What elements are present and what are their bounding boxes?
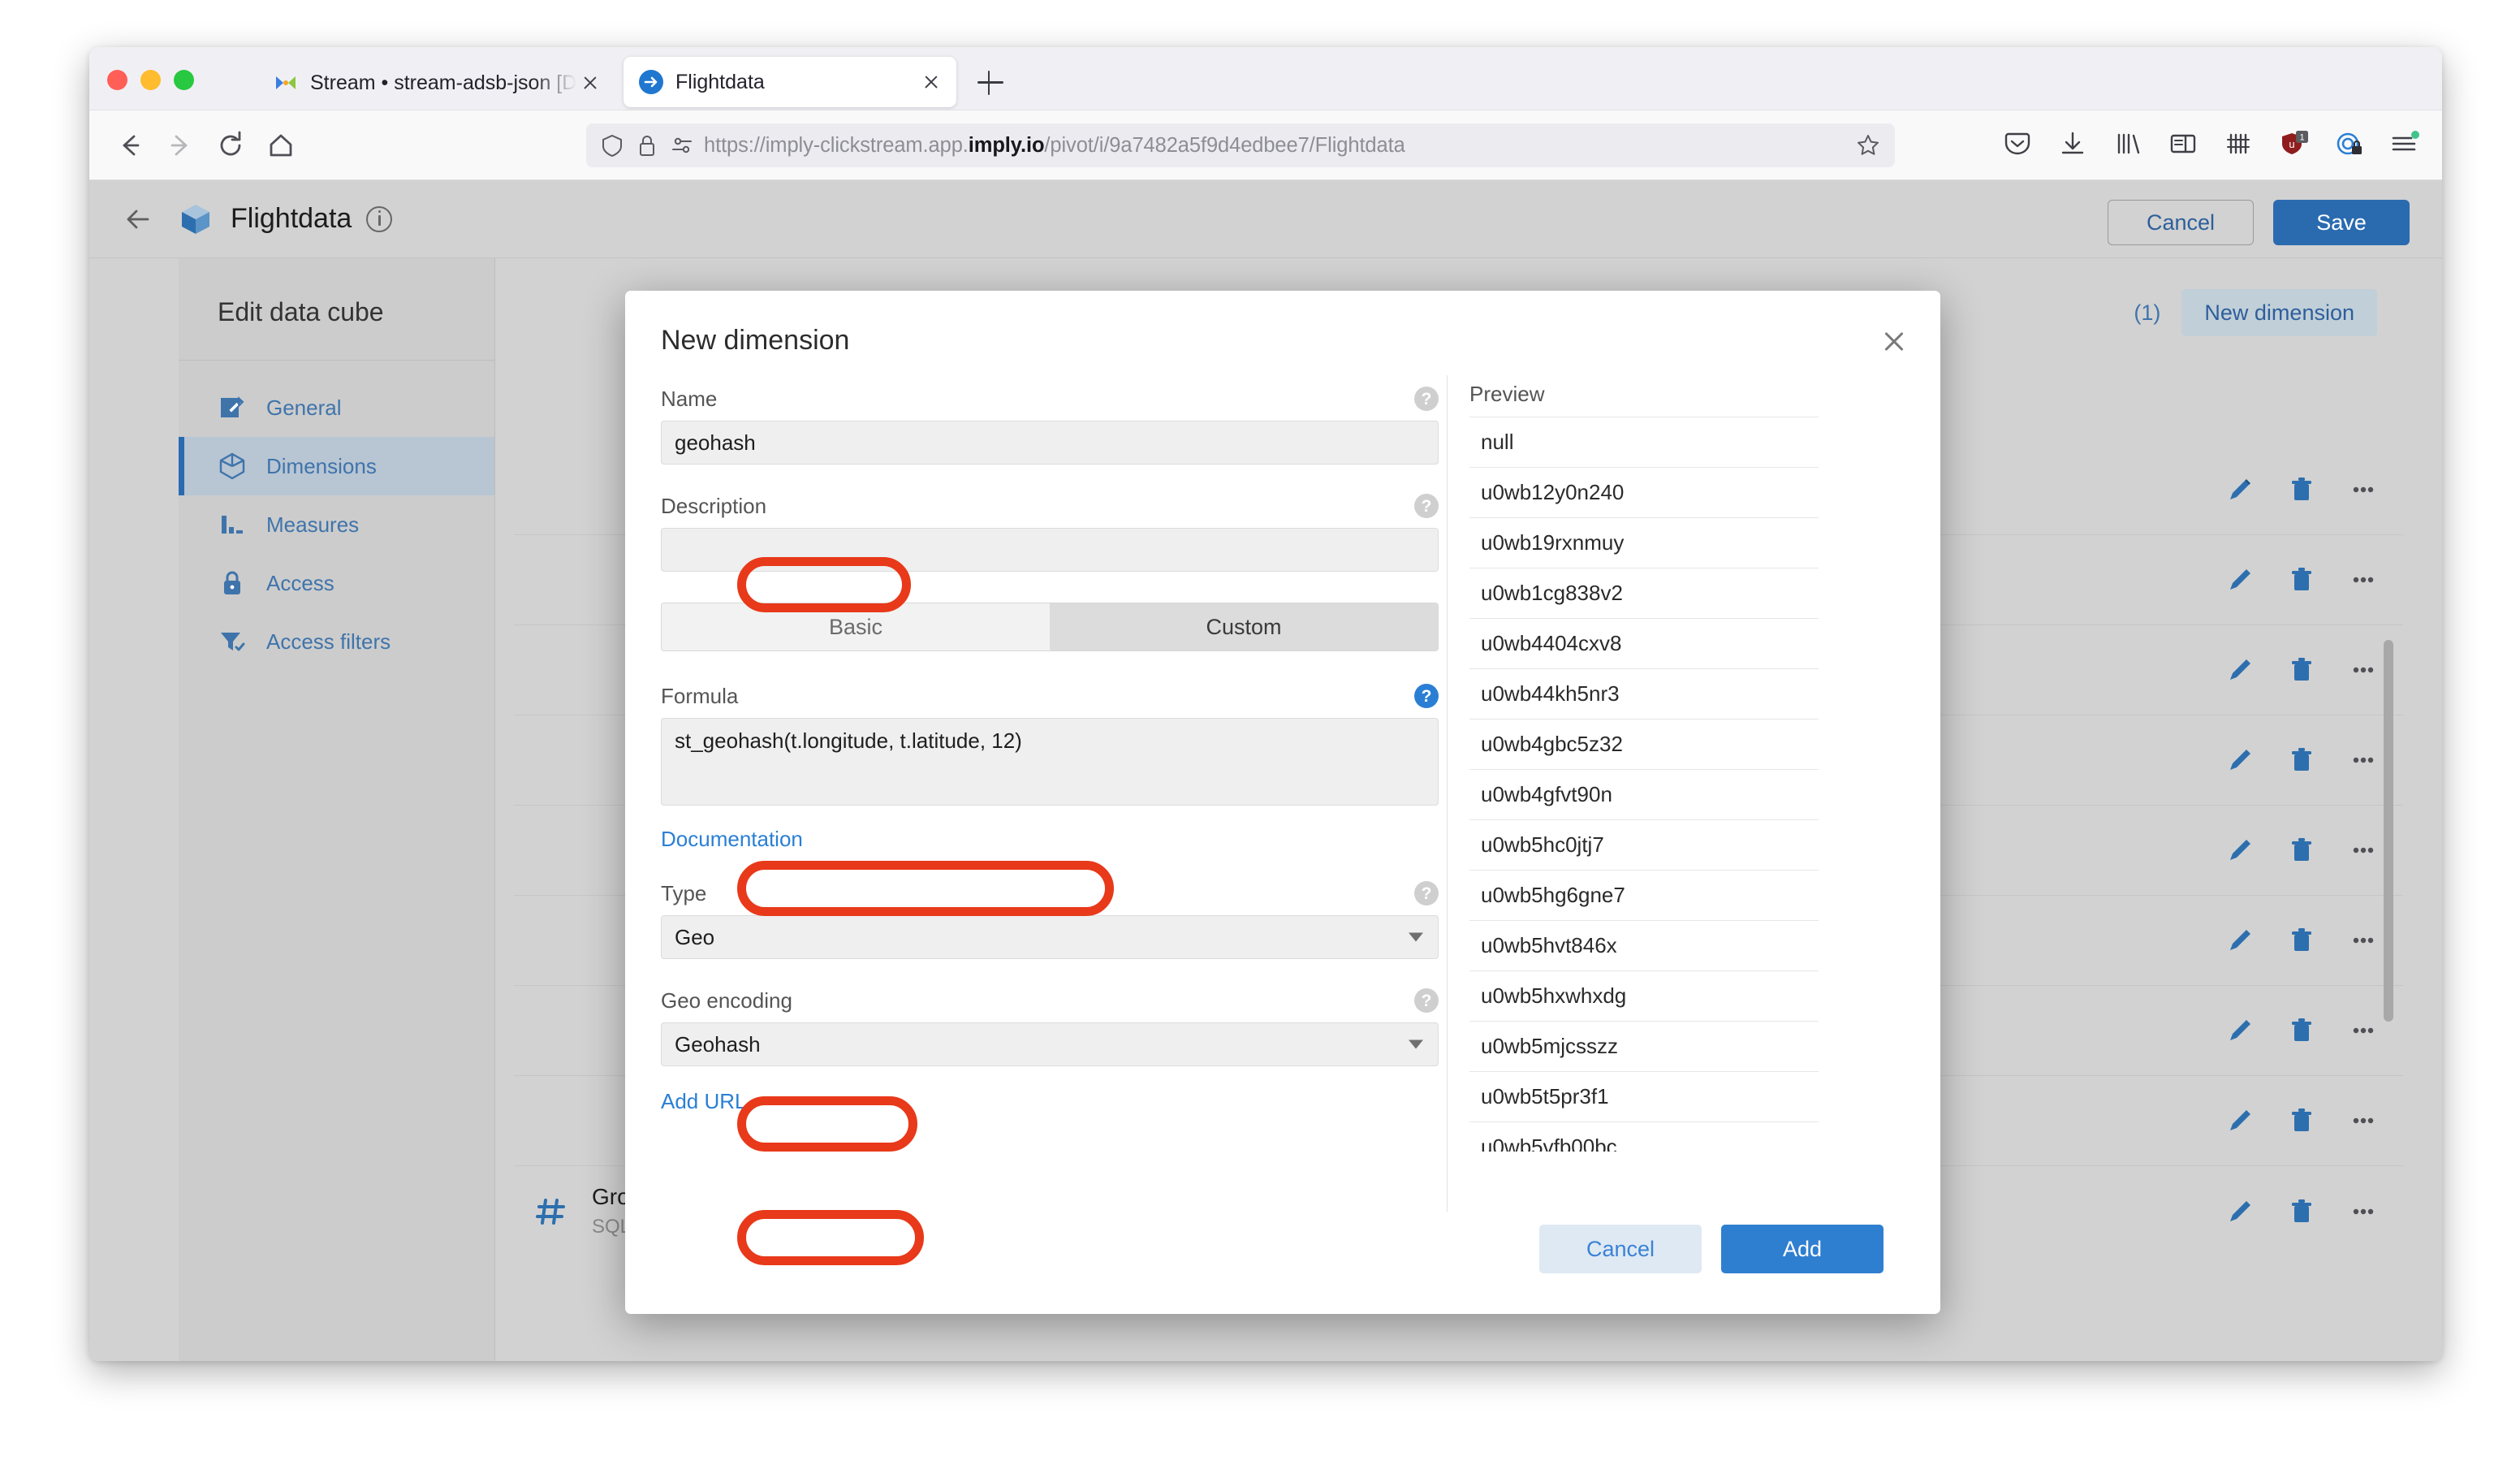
minimize-window-button[interactable] — [140, 70, 161, 90]
type-field-group: Type ? Geo — [661, 876, 1439, 959]
url-text: https://imply-clickstream.app.imply.io/p… — [704, 133, 1405, 157]
app-viewport: Flightdata Cancel Save Edit data cube Ge… — [89, 180, 2442, 1361]
geo-encoding-select[interactable]: Geohash — [661, 1022, 1439, 1066]
reload-icon[interactable] — [213, 127, 248, 163]
description-input[interactable] — [661, 528, 1439, 572]
maximize-window-button[interactable] — [174, 70, 194, 90]
dialog-footer: Cancel Add — [625, 1202, 1940, 1314]
list-item: null — [1469, 417, 1819, 468]
name-input[interactable]: geohash — [661, 421, 1439, 465]
list-item: u0wb4gbc5z32 — [1469, 720, 1819, 770]
help-icon[interactable]: ? — [1414, 684, 1439, 708]
browser-tab-flightdata[interactable]: Flightdata — [624, 57, 956, 107]
documentation-link[interactable]: Documentation — [661, 827, 1439, 852]
geo-encoding-select-value: Geohash — [675, 1031, 761, 1057]
forward-icon[interactable] — [162, 127, 198, 163]
description-label: Description — [661, 493, 767, 518]
description-field-group: Description ? — [661, 489, 1439, 572]
help-icon[interactable]: ? — [1414, 881, 1439, 905]
url-bar[interactable]: https://imply-clickstream.app.imply.io/p… — [586, 123, 1895, 167]
preview-panel: Preview null u0wb12y0n240 u0wb19rxnmuy u… — [1469, 382, 1819, 1152]
star-icon[interactable] — [1854, 132, 1882, 159]
svg-text:u: u — [2289, 138, 2294, 150]
close-window-button[interactable] — [107, 70, 127, 90]
formula-input[interactable]: st_geohash(t.longitude, t.latitude, 12) — [661, 718, 1439, 806]
lock-icon[interactable] — [634, 132, 660, 158]
tab-custom[interactable]: Custom — [1050, 603, 1438, 650]
new-dimension-dialog: New dimension Name ? geohash Description… — [625, 291, 1940, 1314]
tab-title: Stream • stream-adsb-json [Dev — [310, 71, 576, 94]
help-icon[interactable]: ? — [1414, 387, 1439, 411]
list-item: u0wb5hvt846x — [1469, 921, 1819, 971]
type-label: Type — [661, 880, 707, 905]
type-select-value: Geo — [675, 924, 715, 949]
help-icon[interactable]: ? — [1414, 494, 1439, 518]
chevron-down-icon — [1409, 1039, 1423, 1049]
formula-label: Formula — [661, 683, 739, 708]
tab-basic[interactable]: Basic — [662, 603, 1050, 650]
menu-icon[interactable] — [2387, 127, 2421, 161]
preview-list[interactable]: null u0wb12y0n240 u0wb19rxnmuy u0wb1cg83… — [1469, 417, 1819, 1152]
name-label: Name — [661, 386, 718, 411]
list-item: u0wb44kh5nr3 — [1469, 669, 1819, 720]
help-icon[interactable]: ? — [1414, 988, 1439, 1013]
browser-tab-strip: Stream • stream-adsb-json [Dev Flightdat… — [89, 47, 2442, 110]
pocket-icon[interactable] — [2000, 127, 2035, 161]
back-icon[interactable] — [112, 127, 148, 163]
dialog-divider — [1447, 375, 1448, 1212]
flight-arrow-icon — [638, 69, 664, 95]
library-icon[interactable] — [2111, 127, 2145, 161]
list-item: u0wb5hg6gne7 — [1469, 871, 1819, 921]
type-select[interactable]: Geo — [661, 915, 1439, 959]
close-icon[interactable] — [1879, 326, 1909, 357]
preview-label: Preview — [1469, 382, 1545, 406]
download-icon[interactable] — [2056, 127, 2090, 161]
browser-tab-stream[interactable]: Stream • stream-adsb-json [Dev — [258, 55, 615, 110]
list-item: u0wb4gfvt90n — [1469, 770, 1819, 820]
imply-logo-icon — [273, 70, 299, 96]
dialog-title: New dimension — [661, 325, 850, 356]
firefox-view-icon[interactable] — [2221, 127, 2255, 161]
close-tab-icon[interactable] — [576, 69, 604, 97]
new-tab-icon[interactable] — [976, 68, 1005, 97]
browser-window: Stream • stream-adsb-json [Dev Flightdat… — [89, 47, 2442, 1361]
dialog-add-button[interactable]: Add — [1721, 1225, 1884, 1273]
list-item: u0wb5hxwhxdg — [1469, 971, 1819, 1022]
list-item: u0wb5hc0jtj7 — [1469, 820, 1819, 871]
sidebar-icon[interactable] — [2166, 127, 2200, 161]
list-item: u0wb5vfb00bc — [1469, 1122, 1819, 1152]
browser-nav-bar: https://imply-clickstream.app.imply.io/p… — [89, 110, 2442, 180]
modal-backdrop: New dimension Name ? geohash Description… — [89, 180, 2442, 1361]
formula-field-group: Formula ? st_geohash(t.longitude, t.lati… — [661, 679, 1439, 806]
account-lock-icon[interactable] — [2332, 127, 2366, 161]
close-tab-icon[interactable] — [917, 68, 945, 96]
dialog-cancel-button[interactable]: Cancel — [1539, 1225, 1702, 1273]
home-icon[interactable] — [263, 127, 299, 163]
geo-encoding-label: Geo encoding — [661, 987, 792, 1013]
window-traffic-lights — [107, 70, 194, 90]
list-item: u0wb5mjcsszz — [1469, 1022, 1819, 1072]
browser-toolbar-icons: u 1 — [2000, 127, 2421, 161]
dialog-form: Name ? geohash Description ? Basic Custo… — [661, 382, 1439, 1114]
tab-title: Flightdata — [675, 70, 765, 93]
svg-text:1: 1 — [2299, 133, 2304, 143]
extension-shield-icon[interactable]: u 1 — [2276, 127, 2311, 161]
list-item: u0wb4404cxv8 — [1469, 619, 1819, 669]
add-url-link[interactable]: Add URL — [661, 1089, 1439, 1114]
list-item: u0wb1cg838v2 — [1469, 568, 1819, 619]
list-item: u0wb5t5pr3f1 — [1469, 1072, 1819, 1122]
list-item: u0wb19rxnmuy — [1469, 518, 1819, 568]
geo-encoding-field-group: Geo encoding ? Geohash — [661, 983, 1439, 1066]
mode-tabs: Basic Custom — [661, 603, 1439, 651]
permissions-icon[interactable] — [669, 132, 695, 158]
list-item: u0wb12y0n240 — [1469, 468, 1819, 518]
chevron-down-icon — [1409, 932, 1423, 942]
shield-icon[interactable] — [599, 132, 625, 158]
name-field-group: Name ? geohash — [661, 382, 1439, 465]
